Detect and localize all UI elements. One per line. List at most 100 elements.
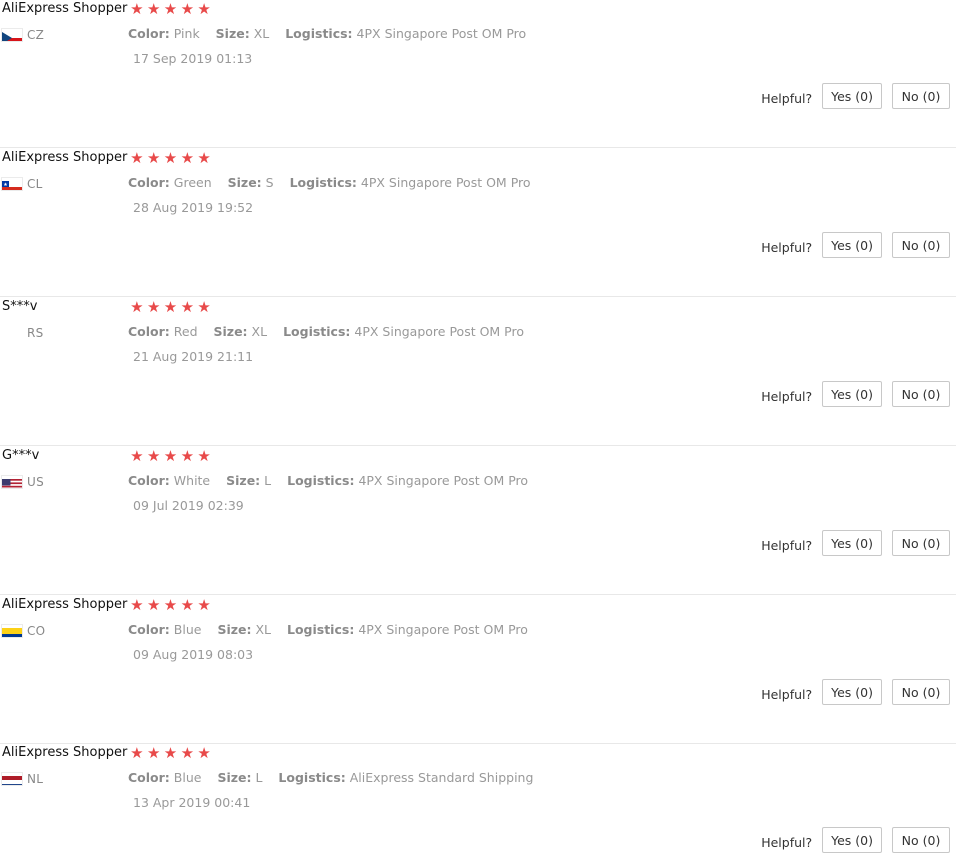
star-icon: ★ xyxy=(180,0,195,18)
review-item: AliExpress Shopper CL ★ ★ ★ ★ ★ Color: G… xyxy=(0,149,956,297)
attr-value: XL xyxy=(255,622,271,637)
attr-size: Size: L xyxy=(217,770,262,785)
country-code: NL xyxy=(27,772,44,786)
attr-value: Green xyxy=(173,175,212,190)
chile-flag-icon xyxy=(2,178,22,190)
review-item: AliExpress Shopper CZ ★ ★ ★ ★ ★ Color: P… xyxy=(0,0,956,148)
attr-size: Size: XL xyxy=(216,26,270,41)
star-icon: ★ xyxy=(146,744,161,762)
helpful-no-button[interactable]: No (0) xyxy=(892,83,950,109)
helpful-no-button[interactable]: No (0) xyxy=(892,530,950,556)
review-item: AliExpress Shopper CO ★ ★ ★ ★ ★ Color: B… xyxy=(0,596,956,744)
order-attributes: Color: Pink Size: XL Logistics: 4PX Sing… xyxy=(128,25,538,43)
star-icon: ★ xyxy=(163,596,178,614)
helpful-label: Helpful? xyxy=(761,239,813,255)
buyer-country: NL xyxy=(2,770,43,788)
review-date: 21 Aug 2019 21:11 xyxy=(133,349,254,364)
star-icon: ★ xyxy=(163,0,178,18)
star-icon: ★ xyxy=(146,149,161,167)
attr-value: S xyxy=(265,175,274,190)
attr-size: Size: XL xyxy=(217,622,271,637)
star-icon: ★ xyxy=(180,447,195,465)
helpful-no-button[interactable]: No (0) xyxy=(892,679,950,705)
helpful-votes: Helpful? Yes (0) No (0) xyxy=(761,679,950,705)
attr-label: Logistics: xyxy=(287,473,355,488)
attr-label: Size: xyxy=(227,175,262,190)
order-attributes: Color: White Size: L Logistics: 4PX Sing… xyxy=(128,472,540,490)
attr-value: 4PX Singapore Post OM Pro xyxy=(360,175,531,190)
star-icon: ★ xyxy=(197,744,211,762)
attr-color: Color: White xyxy=(128,473,210,488)
review-item: S***v RS ★ ★ ★ ★ ★ Color: Red Size: XL L… xyxy=(0,298,956,446)
review-item: AliExpress Shopper NL ★ ★ ★ ★ ★ Color: B… xyxy=(0,744,956,853)
country-code: CZ xyxy=(27,28,45,42)
attr-size: Size: XL xyxy=(214,324,268,339)
star-icon: ★ xyxy=(197,149,211,167)
helpful-yes-button[interactable]: Yes (0) xyxy=(822,232,882,258)
review-date: 17 Sep 2019 01:13 xyxy=(133,51,253,66)
star-icon: ★ xyxy=(197,0,211,18)
buyer-name: AliExpress Shopper xyxy=(2,745,128,760)
attr-label: Logistics: xyxy=(286,622,355,637)
helpful-votes: Helpful? Yes (0) No (0) xyxy=(761,827,950,853)
attr-value: Pink xyxy=(173,26,200,41)
helpful-yes-button[interactable]: Yes (0) xyxy=(822,827,882,853)
star-icon: ★ xyxy=(163,298,178,316)
attr-value: XL xyxy=(251,324,268,339)
helpful-no-button[interactable]: No (0) xyxy=(892,827,950,853)
helpful-no-button[interactable]: No (0) xyxy=(892,381,950,407)
star-icon: ★ xyxy=(146,596,161,614)
helpful-yes-button[interactable]: Yes (0) xyxy=(822,381,882,407)
attr-value: Red xyxy=(173,324,198,339)
review-date: 13 Apr 2019 00:41 xyxy=(133,795,251,810)
helpful-yes-button[interactable]: Yes (0) xyxy=(822,530,882,556)
attr-value: Blue xyxy=(173,622,202,637)
attr-size: Size: L xyxy=(226,473,271,488)
attr-label: Logistics: xyxy=(283,324,351,339)
attr-logistics: Logistics: 4PX Singapore Post OM Pro xyxy=(287,473,528,488)
buyer-country: CZ xyxy=(2,26,44,44)
country-code: CO xyxy=(27,624,46,638)
star-icon: ★ xyxy=(163,744,178,762)
helpful-votes: Helpful? Yes (0) No (0) xyxy=(761,232,950,258)
netherlands-flag-icon xyxy=(2,773,22,785)
attr-logistics: Logistics: 4PX Singapore Post OM Pro xyxy=(287,622,528,637)
us-flag-icon xyxy=(2,476,22,488)
attr-value: White xyxy=(173,473,211,488)
attr-color: Color: Pink xyxy=(128,26,200,41)
czech-flag-icon xyxy=(2,29,22,41)
helpful-yes-button[interactable]: Yes (0) xyxy=(822,679,882,705)
helpful-label: Helpful? xyxy=(761,90,813,106)
helpful-label: Helpful? xyxy=(761,834,813,850)
star-icon: ★ xyxy=(180,149,195,167)
helpful-votes: Helpful? Yes (0) No (0) xyxy=(761,83,950,109)
star-icon: ★ xyxy=(146,298,161,316)
star-icon: ★ xyxy=(197,298,211,316)
attr-color: Color: Green xyxy=(128,175,212,190)
star-rating: ★ ★ ★ ★ ★ xyxy=(129,596,212,614)
helpful-label: Helpful? xyxy=(761,537,813,553)
country-code: US xyxy=(27,475,45,489)
helpful-votes: Helpful? Yes (0) No (0) xyxy=(761,530,950,556)
star-icon: ★ xyxy=(130,447,144,465)
helpful-yes-button[interactable]: Yes (0) xyxy=(822,83,882,109)
country-code: RS xyxy=(27,326,44,340)
order-attributes: Color: Blue Size: L Logistics: AliExpres… xyxy=(128,769,545,787)
attr-color: Color: Blue xyxy=(128,622,201,637)
helpful-label: Helpful? xyxy=(761,388,813,404)
helpful-no-button[interactable]: No (0) xyxy=(892,232,950,258)
buyer-country: US xyxy=(2,473,44,491)
star-rating: ★ ★ ★ ★ ★ xyxy=(129,298,212,316)
review-date: 09 Jul 2019 02:39 xyxy=(133,498,244,513)
attr-label: Size: xyxy=(217,622,252,637)
attr-logistics: Logistics: 4PX Singapore Post OM Pro xyxy=(290,175,531,190)
star-icon: ★ xyxy=(130,744,144,762)
attr-color: Color: Red xyxy=(128,324,198,339)
colombia-flag-icon xyxy=(2,625,22,637)
buyer-country: CL xyxy=(2,175,43,193)
buyer-name: G***v xyxy=(2,448,40,463)
star-icon: ★ xyxy=(163,447,178,465)
buyer-country: CO xyxy=(2,622,45,640)
star-icon: ★ xyxy=(130,596,144,614)
star-icon: ★ xyxy=(130,149,144,167)
